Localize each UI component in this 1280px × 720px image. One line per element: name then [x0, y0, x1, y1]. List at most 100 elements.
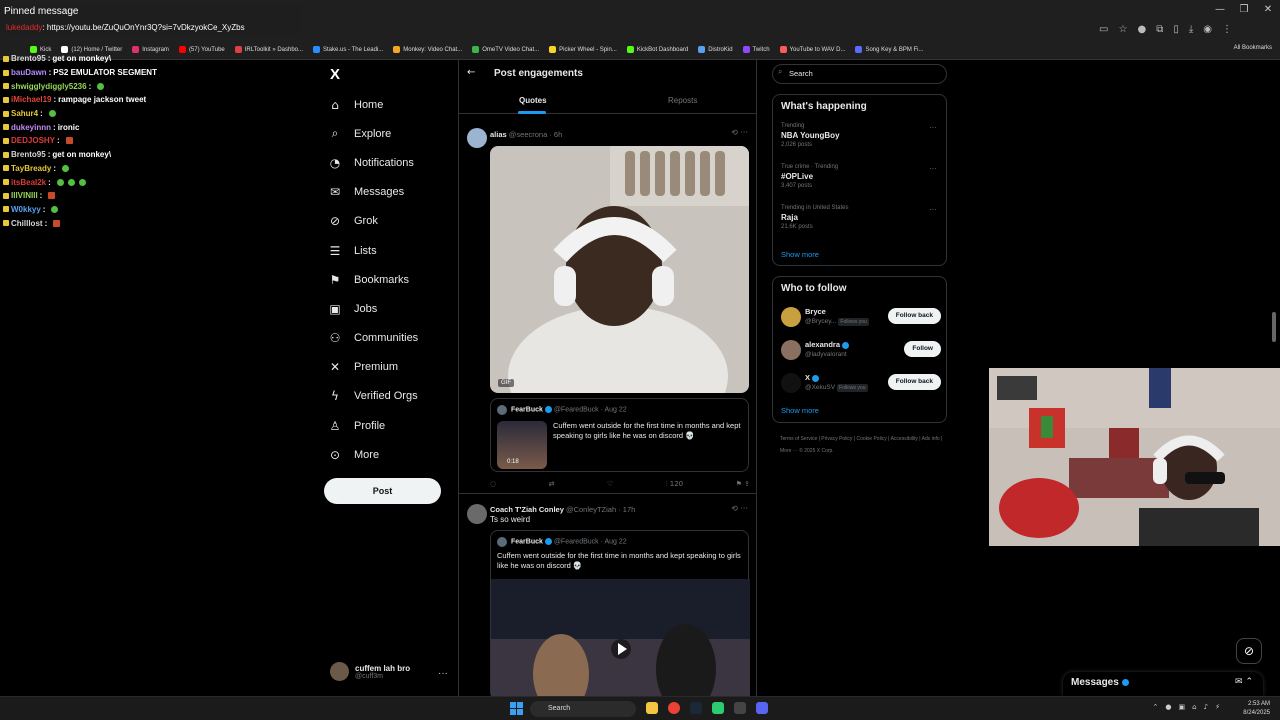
- bookmark-item[interactable]: Twitch: [742, 46, 770, 53]
- quoted-tweet[interactable]: FearBuck @FearedBuck · Aug 22 0:18 Cuffe…: [490, 398, 749, 472]
- bookmark-item[interactable]: Song Key & BPM Fi...: [855, 46, 924, 53]
- more-icon[interactable]: ···: [929, 205, 937, 214]
- sidebar-item-verified-orgs[interactable]: ϟ Verified Orgs: [328, 382, 418, 411]
- chat-username[interactable]: Brento95: [11, 150, 46, 159]
- chat-username[interactable]: Brento95: [11, 54, 46, 63]
- tweet[interactable]: alias @seecrona · 6h ⟲ ··· GIF FearBuck …: [459, 124, 756, 494]
- trend-item[interactable]: Trending NBA YoungBoy 2,026 posts ···: [781, 123, 941, 148]
- chat-username[interactable]: Chilllost: [11, 219, 43, 228]
- chat-username[interactable]: dukeyinnn: [11, 123, 51, 132]
- trend-item[interactable]: True crime · Trending #OPLive 3,407 posts ·…: [781, 164, 941, 189]
- sidebar-item-more[interactable]: ⊙ More: [328, 440, 418, 469]
- views-count[interactable]: ⫶ 120: [666, 480, 683, 489]
- sidebar-item-explore[interactable]: ⌕ Explore: [328, 119, 418, 148]
- sidebar-item-lists[interactable]: ☰ Lists: [328, 236, 418, 265]
- app-icon[interactable]: [712, 702, 724, 714]
- sidebar-item-bookmarks[interactable]: ⚑ Bookmarks: [328, 265, 418, 294]
- all-bookmarks-button[interactable]: All Bookmarks: [1234, 45, 1272, 51]
- footer-links[interactable]: Terms of Service | Privacy Policy | Cook…: [780, 433, 945, 457]
- more-icon[interactable]: ···: [929, 164, 937, 173]
- restore-icon[interactable]: ❐: [1232, 0, 1256, 20]
- account-more-icon[interactable]: ···: [438, 668, 448, 679]
- bookmark-item[interactable]: Monkey: Video Chat...: [393, 46, 462, 53]
- download-icon[interactable]: ⤓: [1189, 24, 1193, 35]
- pinned-link[interactable]: lukedaddy: https://youtu.be/ZuQuOnYnr3Q?…: [6, 23, 245, 32]
- sidebar-item-messages[interactable]: ✉ Messages: [328, 178, 418, 207]
- cast-icon[interactable]: ▭: [1099, 24, 1108, 35]
- bookmark-item[interactable]: DistroKid: [698, 46, 733, 53]
- sidebar-item-grok[interactable]: ⊘ Grok: [328, 207, 418, 236]
- reply-icon[interactable]: ◌: [490, 480, 496, 489]
- follow-button[interactable]: Follow back: [887, 308, 941, 324]
- bookmark-item[interactable]: KickBot Dashboard: [626, 46, 688, 53]
- windows-start-icon[interactable]: [510, 702, 523, 715]
- tab-quotes[interactable]: Quotes: [519, 96, 547, 105]
- tweet-gif[interactable]: GIF: [490, 146, 749, 393]
- sidebar-item-notifications[interactable]: ◔ Notifications: [328, 148, 418, 177]
- discord-icon[interactable]: [756, 702, 768, 714]
- compose-expand-icons[interactable]: ✉ ⌃: [1235, 677, 1253, 687]
- chat-username[interactable]: Sahur4: [11, 109, 38, 118]
- profile-icon[interactable]: ◉: [1203, 24, 1212, 35]
- quote-video[interactable]: [491, 579, 750, 696]
- follow-suggestion[interactable]: Bryce @Brycey... Follows you Follow back: [781, 307, 941, 331]
- tweet-tools[interactable]: ⟲ ···: [731, 504, 748, 513]
- sidebar-item-communities[interactable]: ⚇ Communities: [328, 324, 419, 353]
- tweet-author[interactable]: Coach T'Ziah Conley: [490, 505, 564, 514]
- close-icon[interactable]: ✕: [1256, 0, 1280, 20]
- taskbar-clock[interactable]: 2:53 AM 8/24/2025: [1243, 700, 1270, 718]
- sidebar-item-jobs[interactable]: ▣ Jobs: [328, 294, 418, 323]
- tweet-author[interactable]: alias: [490, 130, 507, 139]
- messages-drawer[interactable]: Messages ✉ ⌃: [1063, 672, 1263, 696]
- bookmark-item[interactable]: Picker Wheel - Spin...: [549, 46, 617, 53]
- chat-username[interactable]: TayBready: [11, 164, 51, 173]
- bookmark-item[interactable]: YouTube to WAV D...: [779, 46, 845, 53]
- taskbar-search[interactable]: Search: [530, 701, 636, 717]
- minimize-icon[interactable]: —: [1208, 0, 1232, 20]
- chat-username[interactable]: bauDawn: [11, 68, 47, 77]
- chat-username[interactable]: IllVINIll: [11, 191, 38, 200]
- page-scrollbar[interactable]: [1272, 312, 1276, 342]
- tweet[interactable]: Coach T'Ziah Conley @ConleyTZiah · 17h ⟲…: [459, 500, 756, 696]
- post-button[interactable]: Post: [324, 478, 441, 504]
- sidebar-icon[interactable]: ▯: [1173, 24, 1179, 35]
- account-switcher[interactable]: cuffem lah bro @cuff3m: [330, 662, 410, 681]
- quoted-tweet[interactable]: FearBuck @FearedBuck · Aug 22 Cuffem wen…: [490, 530, 750, 696]
- app-icon[interactable]: [734, 702, 746, 714]
- puzzle-icon[interactable]: ⧉: [1156, 24, 1163, 35]
- chat-username[interactable]: W0kkyy: [11, 205, 41, 214]
- more-icon[interactable]: ···: [929, 123, 937, 132]
- follow-suggestion[interactable]: alexandra @ladyvalorant Follow: [781, 340, 941, 364]
- show-more-trends[interactable]: Show more: [781, 250, 819, 259]
- sidebar-item-profile[interactable]: ♙ Profile: [328, 411, 418, 440]
- star-icon[interactable]: ☆: [1118, 24, 1127, 35]
- sidebar-item-home[interactable]: ⌂ Home: [328, 90, 418, 119]
- follow-button[interactable]: Follow back: [887, 374, 941, 390]
- chat-username[interactable]: shwigglydiggly5236: [11, 82, 87, 91]
- follow-suggestion[interactable]: X @XekuSV Follows you Follow back: [781, 373, 941, 397]
- system-tray[interactable]: ⌃ ● ▣ ⌂ ♪ ⚡: [1153, 703, 1220, 711]
- show-more-follow[interactable]: Show more: [781, 406, 819, 415]
- bookmark-item[interactable]: OmeTV Video Chat...: [472, 46, 539, 53]
- repost-icon[interactable]: ⇄: [549, 480, 555, 489]
- extension-icon[interactable]: ●: [1137, 24, 1146, 35]
- follow-button[interactable]: Follow: [904, 341, 941, 357]
- chat-username[interactable]: iMichael19: [11, 95, 51, 104]
- tab-reposts[interactable]: Reposts: [668, 96, 697, 105]
- x-logo[interactable]: X: [330, 66, 340, 83]
- file-explorer-icon[interactable]: [646, 702, 658, 714]
- share-bookmark-icons[interactable]: ⚑ ⇪: [736, 480, 750, 489]
- menu-icon[interactable]: ⋮: [1222, 24, 1232, 35]
- bookmark-item[interactable]: Stake.us - The Leadi...: [313, 46, 383, 53]
- steam-icon[interactable]: [690, 702, 702, 714]
- back-arrow-icon[interactable]: ←: [467, 67, 475, 78]
- like-icon[interactable]: ♡: [607, 480, 613, 489]
- tweet-tools[interactable]: ⟲ ···: [731, 128, 748, 137]
- search-input[interactable]: Search: [772, 64, 947, 84]
- chat-username[interactable]: DEDJOSHY: [11, 136, 55, 145]
- trend-item[interactable]: Trending in United States Raja 21.6K posts…: [781, 205, 941, 230]
- sidebar-item-premium[interactable]: ✕ Premium: [328, 353, 418, 382]
- chrome-icon[interactable]: [668, 702, 680, 714]
- grok-icon[interactable]: ⊘: [1236, 638, 1262, 664]
- chat-username[interactable]: itsBeal2k: [11, 178, 46, 187]
